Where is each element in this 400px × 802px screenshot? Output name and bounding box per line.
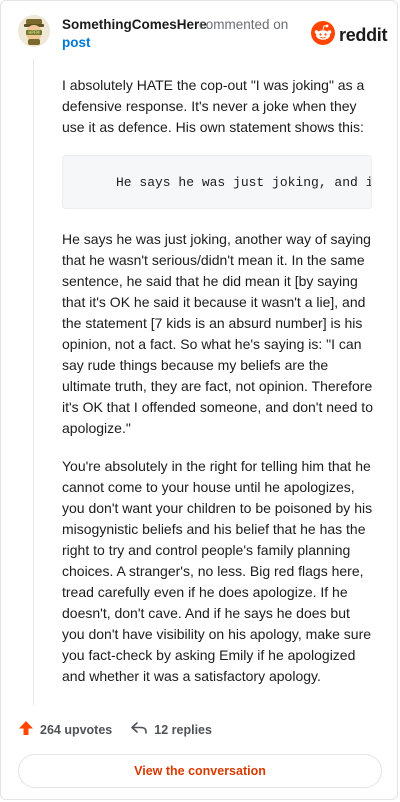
- reddit-logo-text: reddit: [339, 25, 388, 45]
- reddit-logo-icon: [311, 21, 335, 50]
- upvotes-stat[interactable]: 264 upvotes: [18, 720, 112, 739]
- thread-line: [33, 59, 34, 705]
- comment-body: I absolutely HATE the cop-out "I was jok…: [62, 75, 374, 704]
- comment-paragraph-3: You're absolutely in the right for telli…: [62, 458, 373, 684]
- code-block[interactable]: He says he was just joking, and it: [62, 155, 372, 209]
- replies-count: 12 replies: [154, 722, 212, 737]
- comment-paragraph-1: I absolutely HATE the cop-out "I was jok…: [62, 77, 365, 135]
- code-block-text: He says he was just joking, and it: [116, 175, 372, 190]
- reply-arrow-icon: [130, 720, 148, 739]
- reddit-logo[interactable]: reddit: [311, 21, 388, 50]
- upvote-arrow-icon: [18, 720, 34, 739]
- upvotes-count: 264 upvotes: [40, 722, 113, 737]
- post-link[interactable]: post: [62, 35, 91, 50]
- commented-on-text: commented on: [199, 17, 289, 32]
- comment-author[interactable]: SomethingComesHere: [62, 17, 207, 32]
- replies-stat[interactable]: 12 replies: [130, 720, 212, 739]
- comment-header: HPFM SomethingComesHere commented on pos…: [1, 1, 397, 61]
- comment-paragraph-2: He says he was just joking, another way …: [62, 231, 373, 436]
- avatar-badge-text: HPFM: [28, 30, 40, 35]
- embedded-comment-card: HPFM SomethingComesHere commented on pos…: [0, 0, 398, 800]
- view-conversation-button[interactable]: View the conversation: [18, 754, 382, 788]
- comment-footer: 264 upvotes 12 replies: [18, 720, 212, 739]
- avatar[interactable]: HPFM: [18, 15, 50, 47]
